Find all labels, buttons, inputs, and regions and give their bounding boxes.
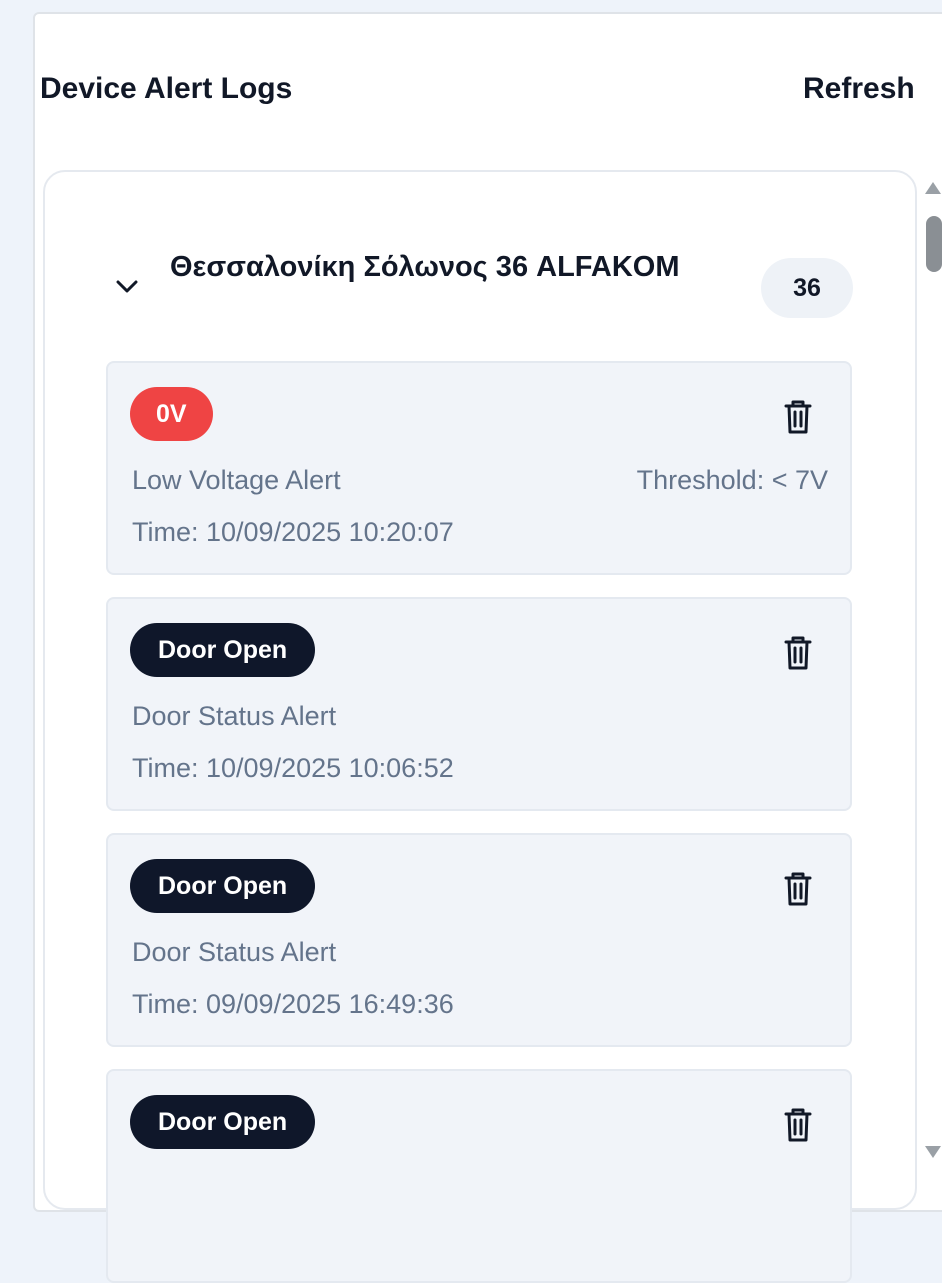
door-status-badge: Door Open [130,1095,316,1149]
alert-card: 0V Low Voltage Alert Threshold: < 7V Tim… [106,361,852,575]
trash-icon[interactable] [780,633,816,673]
alert-card: Door Open [106,1069,852,1283]
threshold-label: Threshold: < 7V [636,465,828,495]
chevron-down-icon[interactable] [114,276,140,296]
alert-card: Door Open Door Status Alert Time: 10/09/… [106,597,852,811]
alert-type-label: Door Status Alert [132,937,337,967]
scroll-up-arrow-icon[interactable] [925,182,941,194]
trash-icon[interactable] [780,397,816,437]
alert-time-label: Time: 10/09/2025 10:20:07 [132,517,454,547]
refresh-button[interactable]: Refresh [803,72,915,106]
device-group-title[interactable]: Θεσσαλονίκη Σόλωνος 36 ALFAKOM [170,242,730,292]
door-status-badge: Door Open [130,859,316,913]
scroll-down-arrow-icon[interactable] [925,1146,941,1158]
alert-count-badge: 36 [761,258,853,318]
trash-icon[interactable] [780,869,816,909]
page-title: Device Alert Logs [40,72,293,105]
alert-type-label: Door Status Alert [132,701,337,731]
scroll-thumb[interactable] [926,216,942,272]
scrollbar[interactable] [922,176,942,1176]
alert-time-label: Time: 10/09/2025 10:06:52 [132,753,454,783]
alert-time-label: Time: 09/09/2025 16:49:36 [132,989,454,1019]
alert-type-label: Low Voltage Alert [132,465,341,495]
trash-icon[interactable] [780,1105,816,1145]
voltage-badge: 0V [130,387,213,441]
alert-card: Door Open Door Status Alert Time: 09/09/… [106,833,852,1047]
door-status-badge: Door Open [130,623,316,677]
